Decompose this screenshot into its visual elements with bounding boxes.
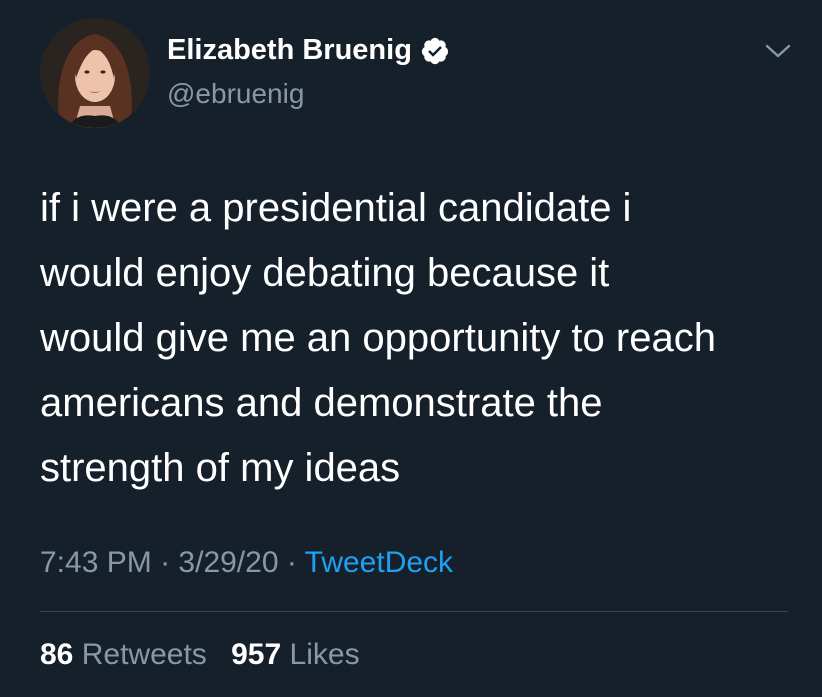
- tweet-text-line: strength of my ideas: [40, 446, 401, 490]
- tweet-text-line: would enjoy debating because it: [40, 251, 610, 295]
- chevron-down-icon[interactable]: [764, 42, 792, 60]
- tweet-card: Elizabeth Bruenig @ebruenig if i were a …: [0, 0, 822, 697]
- author-name-text: Elizabeth Bruenig: [167, 34, 412, 66]
- tweet-text-line: would give me an opportunity to reach: [40, 316, 716, 360]
- tweet-date[interactable]: 3/29/20: [178, 546, 278, 579]
- likes-count: 957: [231, 638, 282, 671]
- meta-separator: ·: [160, 546, 171, 579]
- retweets-stat[interactable]: 86 Retweets: [40, 638, 215, 671]
- author-name[interactable]: Elizabeth Bruenig: [167, 34, 450, 67]
- tweet-stats: 86 Retweets 957 Likes: [40, 638, 360, 672]
- avatar[interactable]: [40, 18, 150, 128]
- retweets-label: Retweets: [81, 638, 207, 671]
- tweet-source-link[interactable]: TweetDeck: [305, 546, 453, 579]
- verified-badge-icon: [420, 36, 450, 66]
- tweet-meta: 7:43 PM · 3/29/20 · TweetDeck: [40, 546, 453, 580]
- likes-label: Likes: [289, 638, 360, 671]
- tweet-time[interactable]: 7:43 PM: [40, 546, 152, 579]
- likes-stat[interactable]: 957 Likes: [231, 638, 359, 671]
- tweet-text-line: americans and demonstrate the: [40, 381, 603, 425]
- meta-separator: ·: [286, 546, 297, 579]
- author-handle[interactable]: @ebruenig: [167, 78, 304, 110]
- tweet-text-line: if i were a presidential candidate i: [40, 186, 632, 230]
- retweets-count: 86: [40, 638, 74, 671]
- tweet-text: if i were a presidential candidate i wou…: [40, 176, 800, 501]
- divider: [40, 611, 788, 612]
